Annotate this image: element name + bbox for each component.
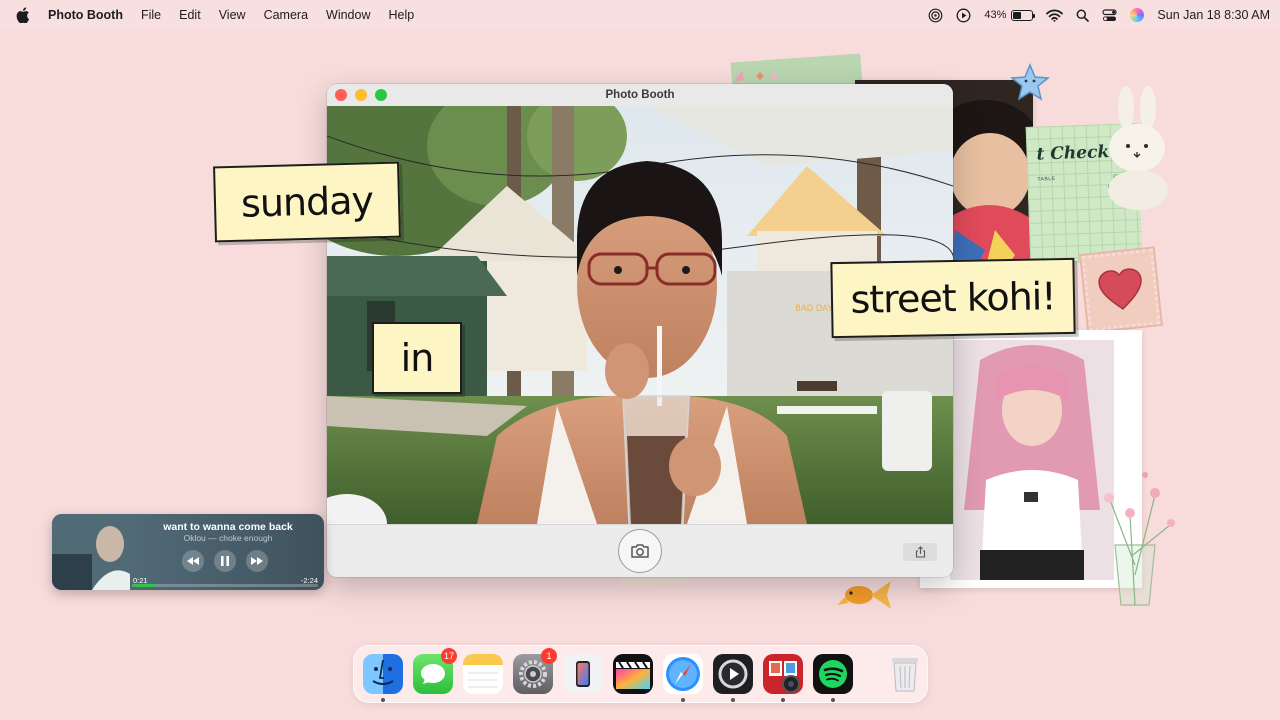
menu-edit[interactable]: Edit — [179, 8, 201, 22]
menu-clock[interactable]: Sun Jan 18 8:30 AM — [1157, 8, 1270, 22]
menu-view[interactable]: View — [219, 8, 246, 22]
fast-forward-icon — [251, 557, 263, 565]
battery-percent: 43% — [984, 9, 1007, 21]
window-close-button[interactable] — [335, 89, 347, 101]
compass-icon — [663, 654, 703, 694]
siri-icon[interactable] — [1130, 8, 1145, 22]
sticky-note-street-kohi: street kohi! — [830, 257, 1076, 339]
window-zoom-button[interactable] — [375, 89, 387, 101]
dock-trash[interactable] — [883, 652, 927, 696]
pause-icon — [221, 556, 229, 566]
fast-forward-button[interactable] — [246, 550, 268, 572]
decor-heart-stamp — [1079, 246, 1163, 334]
menu-window[interactable]: Window — [326, 8, 370, 22]
settings-badge: 1 — [541, 648, 557, 664]
dock-quicktime-player[interactable] — [711, 652, 755, 702]
window-title: Photo Booth — [605, 89, 675, 101]
now-playing-icon[interactable] — [956, 8, 971, 23]
menu-file[interactable]: File — [141, 8, 161, 22]
dock-system-settings[interactable]: 1 — [511, 648, 557, 696]
sticky-note-sunday: sunday — [213, 161, 401, 243]
play-icon — [713, 654, 753, 694]
status-menus: 43% Sun Jan 18 8:30 AM — [928, 8, 1270, 23]
messages-badge: 17 — [440, 648, 457, 664]
now-playing-widget: want to wanna come back Oklou — choke en… — [52, 514, 324, 590]
dock-messages[interactable]: 17 — [411, 648, 457, 696]
spotify-icon — [813, 654, 853, 694]
menu-app-name[interactable]: Photo Booth — [48, 8, 123, 22]
dock-notes[interactable] — [461, 652, 505, 696]
battery-icon — [1011, 9, 1036, 21]
dock-photo-booth[interactable] — [761, 652, 805, 702]
dock-iphone-mirroring[interactable] — [561, 652, 605, 696]
blue-star-sticker-icon — [1010, 63, 1050, 101]
bunny-plush-icon — [1108, 86, 1168, 210]
track-title: want to wanna come back — [163, 521, 293, 533]
dock: 17 1 — [353, 645, 928, 703]
battery-status[interactable]: 43% — [984, 9, 1036, 21]
wifi-icon[interactable] — [1046, 9, 1064, 22]
dock-spotify[interactable] — [811, 652, 855, 702]
share-button[interactable] — [903, 543, 937, 561]
notes-icon — [463, 654, 503, 694]
trash-icon — [885, 654, 925, 694]
playback-scrubber[interactable] — [132, 584, 318, 587]
heart-icon — [1098, 268, 1142, 310]
airdrop-icon[interactable] — [928, 8, 943, 23]
album-artwork[interactable] — [52, 514, 130, 590]
camera-controls — [327, 524, 953, 577]
rewind-button[interactable] — [182, 550, 204, 572]
check-card-col-table: TABLE — [1037, 175, 1056, 183]
sticky-note-in: in — [372, 322, 462, 394]
control-center-icon[interactable] — [1102, 8, 1118, 22]
flower-vase-icon — [1104, 472, 1175, 606]
window-minimize-button[interactable] — [355, 89, 367, 101]
take-photo-button[interactable] — [618, 529, 662, 573]
finder-icon — [363, 654, 403, 694]
pause-button[interactable] — [214, 550, 236, 572]
clapperboard-icon — [613, 654, 653, 694]
dock-final-cut-pro[interactable] — [611, 652, 655, 696]
menu-camera[interactable]: Camera — [264, 8, 308, 22]
share-icon — [915, 546, 925, 558]
apple-icon[interactable] — [16, 7, 30, 23]
track-artist: Oklou — choke enough — [183, 533, 273, 543]
dock-safari[interactable] — [661, 652, 705, 702]
dock-finder[interactable] — [361, 652, 405, 702]
goldfish-sticker-icon — [837, 581, 891, 609]
rewind-icon — [187, 557, 199, 565]
camera-icon — [631, 544, 649, 558]
window-titlebar[interactable]: Photo Booth — [327, 84, 953, 106]
menu-help[interactable]: Help — [389, 8, 415, 22]
spotlight-search-icon[interactable] — [1076, 9, 1090, 22]
iphone-icon — [563, 654, 603, 694]
photo-booth-icon — [763, 654, 803, 694]
flower-sticker-icon — [734, 70, 777, 82]
menu-bar: Photo Booth File Edit View Camera Window… — [0, 0, 1280, 30]
